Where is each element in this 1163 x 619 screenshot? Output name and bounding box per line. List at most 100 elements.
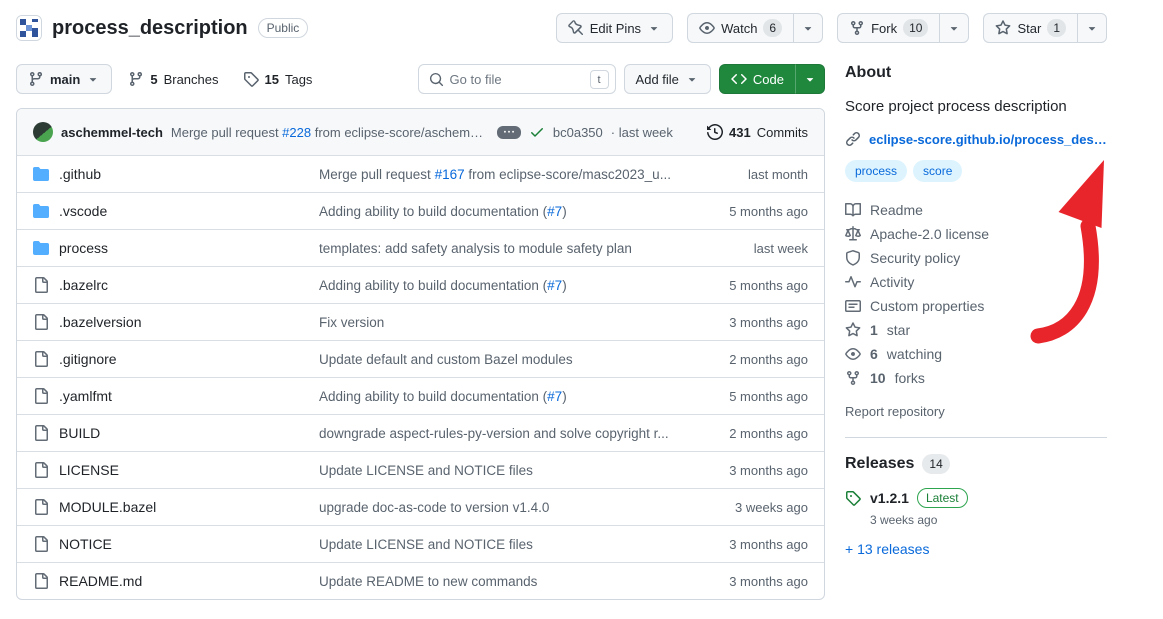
watch-dropdown-button[interactable] bbox=[793, 13, 823, 43]
file-name-link[interactable]: README.md bbox=[59, 573, 142, 589]
sidebar-link-activity[interactable]: Activity bbox=[845, 270, 1107, 294]
commit-message-cell[interactable]: Update README to new commands bbox=[319, 574, 688, 589]
file-name-link[interactable]: LICENSE bbox=[59, 462, 119, 478]
table-row[interactable]: .bazelversion Fix version 3 months ago bbox=[17, 303, 824, 340]
repo-description: Score project process description bbox=[845, 96, 1107, 117]
commit-message-cell[interactable]: Merge pull request #167 from eclipse-sco… bbox=[319, 167, 688, 182]
file-name-link[interactable]: NOTICE bbox=[59, 536, 112, 552]
file-icon bbox=[33, 388, 49, 404]
pr-link[interactable]: #7 bbox=[547, 278, 562, 293]
sidebar-link-license[interactable]: Apache-2.0 license bbox=[845, 222, 1107, 246]
go-to-file-input[interactable] bbox=[450, 72, 587, 87]
commit-time: 3 months ago bbox=[688, 574, 808, 589]
repo-avatar[interactable] bbox=[16, 15, 42, 41]
file-icon bbox=[33, 425, 49, 441]
commit-message-cell[interactable]: upgrade doc-as-code to version v1.4.0 bbox=[319, 500, 688, 515]
sidebar-divider bbox=[845, 437, 1107, 438]
file-name-link[interactable]: .bazelversion bbox=[59, 314, 142, 330]
chevron-down-icon bbox=[647, 21, 661, 35]
file-icon bbox=[33, 277, 49, 293]
edit-pins-button[interactable]: Edit Pins bbox=[556, 13, 673, 43]
sidebar-link-forks[interactable]: 10 forks bbox=[845, 366, 1107, 390]
commit-message-cell[interactable]: Adding ability to build documentation (#… bbox=[319, 278, 688, 293]
fork-dropdown-button[interactable] bbox=[939, 13, 969, 43]
file-name-link[interactable]: .bazelrc bbox=[59, 277, 108, 293]
meta-label: Custom properties bbox=[870, 298, 984, 314]
branch-selector[interactable]: main bbox=[16, 64, 112, 94]
website-link[interactable]: eclipse-score.github.io/process_descr... bbox=[869, 132, 1107, 147]
file-name-link[interactable]: .github bbox=[59, 166, 101, 182]
file-name-cell: .vscode bbox=[33, 203, 319, 219]
table-row[interactable]: LICENSE Update LICENSE and NOTICE files … bbox=[17, 451, 824, 488]
checks-passed-icon[interactable] bbox=[529, 124, 545, 140]
file-name-cell: NOTICE bbox=[33, 536, 319, 552]
file-name-link[interactable]: .yamlfmt bbox=[59, 388, 112, 404]
message-text: templates: add safety analysis to module… bbox=[319, 241, 632, 256]
tags-link[interactable]: 15 Tags bbox=[235, 71, 321, 87]
watch-button[interactable]: Watch 6 bbox=[687, 13, 793, 43]
commit-message-cell[interactable]: Adding ability to build documentation (#… bbox=[319, 204, 688, 219]
commit-message-cell[interactable]: Update LICENSE and NOTICE files bbox=[319, 537, 688, 552]
meta-label: Readme bbox=[870, 202, 923, 218]
table-row[interactable]: .gitignore Update default and custom Baz… bbox=[17, 340, 824, 377]
pr-link[interactable]: #7 bbox=[547, 389, 562, 404]
sidebar-link-security-policy[interactable]: Security policy bbox=[845, 246, 1107, 270]
file-name-link[interactable]: MODULE.bazel bbox=[59, 499, 156, 515]
commit-author-avatar[interactable] bbox=[33, 122, 53, 142]
code-button-group: Code bbox=[719, 64, 825, 94]
add-file-button[interactable]: Add file bbox=[624, 64, 711, 94]
sidebar-link-watching[interactable]: 6 watching bbox=[845, 342, 1107, 366]
table-row[interactable]: BUILD downgrade aspect-rules-py-version … bbox=[17, 414, 824, 451]
commit-message-cell[interactable]: Update LICENSE and NOTICE files bbox=[319, 463, 688, 478]
expand-commit-message-button[interactable] bbox=[497, 126, 521, 139]
table-row[interactable]: .bazelrc Adding ability to build documen… bbox=[17, 266, 824, 303]
star-button[interactable]: Star 1 bbox=[983, 13, 1077, 43]
code-button[interactable]: Code bbox=[719, 64, 795, 94]
report-repository-link[interactable]: Report repository bbox=[845, 404, 945, 419]
table-row[interactable]: MODULE.bazel upgrade doc-as-code to vers… bbox=[17, 488, 824, 525]
pr-link[interactable]: #167 bbox=[435, 167, 465, 182]
table-row[interactable]: .yamlfmt Adding ability to build documen… bbox=[17, 377, 824, 414]
sidebar-link-custom-properties[interactable]: Custom properties bbox=[845, 294, 1107, 318]
commit-sha-link[interactable]: bc0a350 bbox=[553, 125, 603, 140]
fork-button[interactable]: Fork 10 bbox=[837, 13, 939, 43]
star-dropdown-button[interactable] bbox=[1077, 13, 1107, 43]
table-row[interactable]: .vscode Adding ability to build document… bbox=[17, 192, 824, 229]
sidebar-link-stars[interactable]: 1 star bbox=[845, 318, 1107, 342]
file-name-cell: BUILD bbox=[33, 425, 319, 441]
pr-link[interactable]: #228 bbox=[282, 125, 311, 140]
more-releases-link[interactable]: + 13 releases bbox=[845, 541, 929, 557]
go-to-file-search[interactable]: t bbox=[418, 64, 616, 94]
topic-pill[interactable]: process bbox=[845, 160, 907, 182]
table-row[interactable]: process templates: add safety analysis t… bbox=[17, 229, 824, 266]
commit-message-cell[interactable]: downgrade aspect-rules-py-version and so… bbox=[319, 426, 688, 441]
file-name-link[interactable]: .vscode bbox=[59, 203, 107, 219]
latest-release-row[interactable]: v1.2.1 Latest 3 weeks ago bbox=[845, 488, 1107, 527]
commit-message-cell[interactable]: Update default and custom Bazel modules bbox=[319, 352, 688, 367]
commit-time: 3 months ago bbox=[688, 315, 808, 330]
latest-release-link[interactable]: v1.2.1 bbox=[870, 490, 909, 506]
file-name-link[interactable]: process bbox=[59, 240, 108, 256]
latest-commit-bar: aschemmel-tech Merge pull request #228 f… bbox=[17, 109, 824, 155]
file-icon bbox=[33, 351, 49, 367]
commit-message-cell[interactable]: Adding ability to build documentation (#… bbox=[319, 389, 688, 404]
commit-author-link[interactable]: aschemmel-tech bbox=[61, 125, 163, 140]
pr-link[interactable]: #7 bbox=[547, 204, 562, 219]
sidebar-link-readme[interactable]: Readme bbox=[845, 198, 1107, 222]
commit-message-text: Merge pull request bbox=[171, 125, 282, 140]
file-name-link[interactable]: .gitignore bbox=[59, 351, 117, 367]
commit-history-link[interactable]: 431 Commits bbox=[707, 124, 808, 140]
code-dropdown-button[interactable] bbox=[795, 64, 825, 94]
commit-message-link[interactable]: Merge pull request #228 from eclipse-sco… bbox=[171, 125, 489, 140]
topic-pill[interactable]: score bbox=[913, 160, 962, 182]
commit-message-cell[interactable]: templates: add safety analysis to module… bbox=[319, 241, 688, 256]
file-name-link[interactable]: BUILD bbox=[59, 425, 100, 441]
star-button-group: Star 1 bbox=[983, 13, 1107, 43]
commit-message-cell[interactable]: Fix version bbox=[319, 315, 688, 330]
releases-title[interactable]: Releases bbox=[845, 455, 914, 473]
branches-link[interactable]: 5 Branches bbox=[120, 71, 226, 87]
repo-name[interactable]: process_description bbox=[52, 17, 248, 40]
table-row[interactable]: .github Merge pull request #167 from ecl… bbox=[17, 155, 824, 192]
table-row[interactable]: NOTICE Update LICENSE and NOTICE files 3… bbox=[17, 525, 824, 562]
table-row[interactable]: README.md Update README to new commands … bbox=[17, 562, 824, 599]
